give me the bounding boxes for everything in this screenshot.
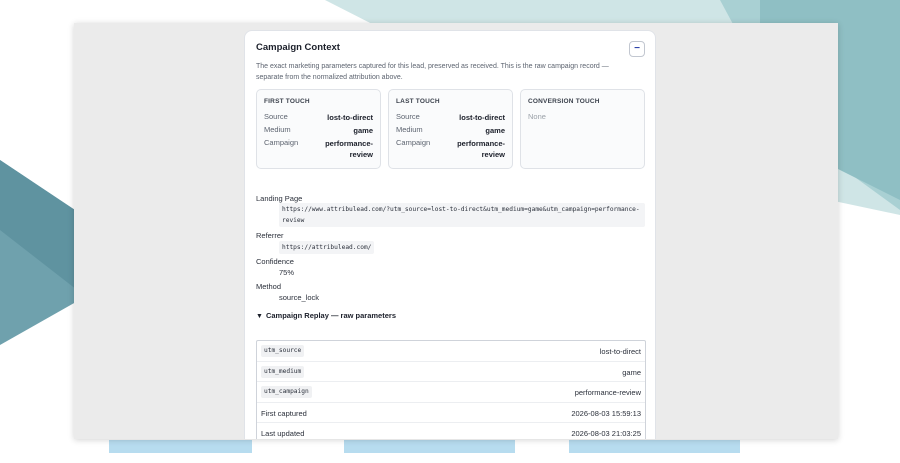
conversion-touch-heading: CONVERSION TOUCH — [528, 98, 600, 105]
background-strip-1 — [109, 440, 252, 453]
first-touch-panel: FIRST TOUCH Source lost-to-direct Medium… — [256, 89, 381, 169]
method-label: Method — [256, 282, 282, 291]
referrer-label: Referrer — [256, 231, 284, 240]
background-strip-2 — [344, 440, 515, 453]
first-touch-heading: FIRST TOUCH — [264, 98, 310, 105]
background-strip-3 — [569, 440, 740, 453]
conversion-touch-panel: CONVERSION TOUCH None — [520, 89, 645, 169]
first-touch-medium-label: Medium — [264, 125, 291, 134]
last-touch-source-label: Source — [396, 112, 420, 121]
replay-value-utm-source: lost-to-direct — [599, 347, 641, 356]
confidence-label: Confidence — [256, 257, 294, 266]
table-row: utm_campaign performance-review — [257, 382, 645, 403]
campaign-replay-toggle[interactable]: ▼ Campaign Replay — raw parameters — [256, 311, 396, 320]
method-value: source_lock — [279, 293, 320, 302]
replay-key-utm-campaign: utm_campaign — [261, 386, 312, 398]
replay-key-last-updated: Last updated — [261, 429, 305, 438]
replay-value-last-updated: 2026-08-03 21:03:25 — [571, 429, 641, 438]
replay-key-utm-medium: utm_medium — [261, 365, 305, 378]
last-touch-medium-label: Medium — [396, 125, 423, 134]
first-touch-source-label: Source — [264, 112, 288, 121]
first-touch-campaign-label: Campaign — [264, 138, 299, 147]
referrer-url: https://attribulead.com/ — [279, 241, 375, 254]
first-touch-medium-value: game — [353, 126, 373, 135]
table-row: First captured 2026-08-03 15:59:13 — [257, 403, 645, 423]
card-description: The exact marketing parameters captured … — [256, 63, 609, 81]
last-touch-campaign-value: performance-review — [457, 139, 505, 159]
table-row: utm_medium game — [257, 362, 645, 382]
collapse-button[interactable]: − — [629, 41, 645, 57]
replay-key-first-captured: First captured — [261, 408, 307, 418]
landing-page-url: https://www.attribulead.com/?utm_source=… — [279, 203, 645, 227]
last-touch-source-value: lost-to-direct — [459, 113, 505, 122]
last-touch-campaign-label: Campaign — [396, 138, 431, 147]
campaign-replay-label: Campaign Replay — raw parameters — [265, 311, 396, 320]
replay-value-first-captured: 2026-08-03 15:59:13 — [571, 408, 641, 418]
card-title: Campaign Context — [256, 42, 340, 53]
app-window: Campaign Context − The exact marketing p… — [74, 23, 838, 439]
replay-value-utm-campaign: performance-review — [574, 388, 641, 397]
last-touch-heading: LAST TOUCH — [396, 98, 440, 105]
campaign-context-card: Campaign Context − The exact marketing p… — [244, 30, 656, 439]
caret-down-icon: ▼ — [256, 313, 263, 320]
conversion-touch-empty: None — [528, 112, 546, 121]
last-touch-panel: LAST TOUCH Source lost-to-direct Medium … — [388, 89, 513, 169]
replay-value-utm-medium: game — [622, 367, 641, 377]
replay-key-utm-source: utm_source — [261, 345, 305, 357]
campaign-replay-table: utm_source lost-to-direct utm_medium gam… — [256, 340, 646, 439]
table-row: utm_source lost-to-direct — [257, 341, 645, 362]
first-touch-campaign-value: performance-review — [325, 139, 373, 159]
confidence-value: 75% — [279, 268, 295, 277]
first-touch-source-value: lost-to-direct — [327, 113, 373, 122]
last-touch-medium-value: game — [485, 126, 505, 135]
landing-page-label: Landing Page — [256, 194, 303, 203]
table-row: Last updated 2026-08-03 21:03:25 — [257, 423, 645, 439]
